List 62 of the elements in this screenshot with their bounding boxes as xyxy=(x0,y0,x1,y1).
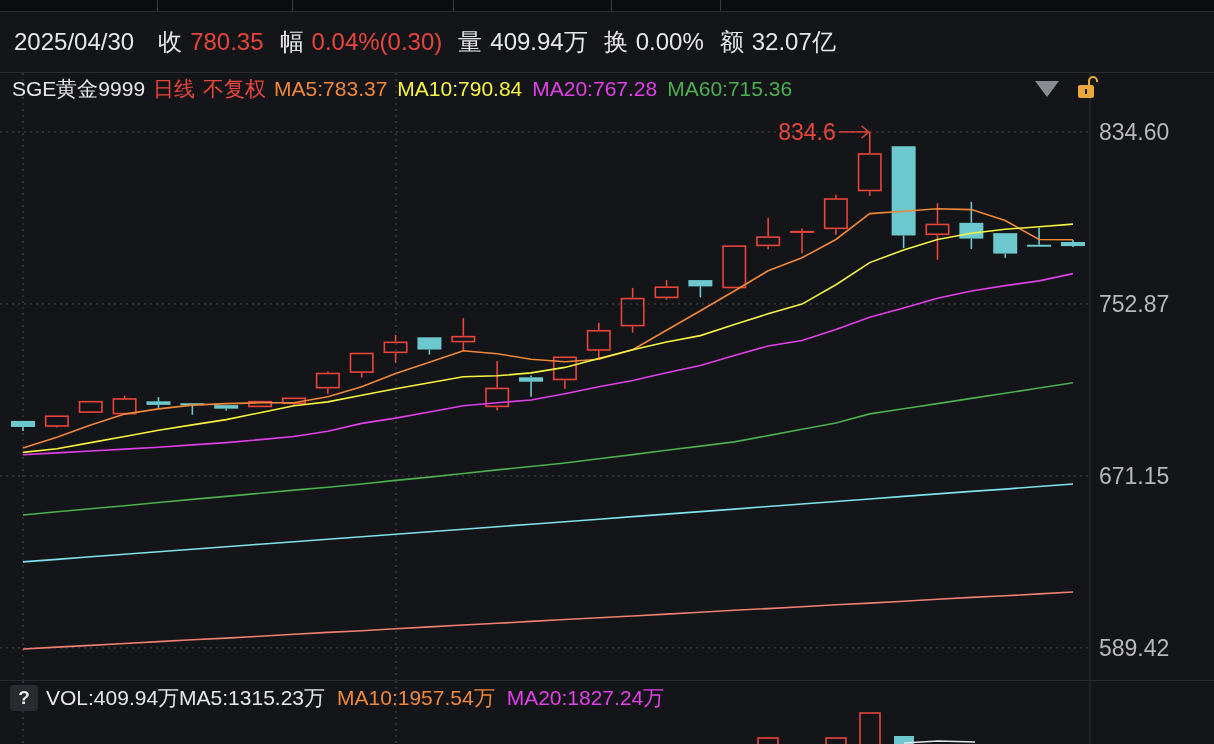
candlestick xyxy=(1027,226,1052,248)
dropdown-triangle-icon[interactable] xyxy=(1034,80,1060,98)
field-label: 幅 xyxy=(279,27,304,57)
candlestick xyxy=(688,279,713,299)
field-value: 780.35 xyxy=(190,27,264,57)
arrow xyxy=(838,125,870,139)
legend-item: MA60:715.36 xyxy=(667,76,793,103)
field-value: 409.94万 xyxy=(490,27,588,57)
candlestick xyxy=(11,420,35,432)
lock-icon[interactable] xyxy=(1076,75,1100,99)
candlestick xyxy=(349,351,374,379)
candlestick xyxy=(180,402,205,416)
field-label: 换 xyxy=(603,27,628,57)
period-tag: 不复权 xyxy=(203,73,267,105)
candlestick xyxy=(214,404,239,412)
field-label: 额 xyxy=(719,27,744,57)
symbol-name: SGE黄金9999 xyxy=(12,76,146,103)
candlestick xyxy=(146,396,171,409)
indicator-value: VOL:409.94万 xyxy=(46,685,180,712)
help-button[interactable]: ? xyxy=(10,685,38,711)
period-tag: 日线 xyxy=(153,73,196,105)
candlestick xyxy=(959,201,984,250)
field-label: 收 xyxy=(158,27,183,57)
y-axis-label: 752.87 xyxy=(1099,290,1170,317)
candlestick xyxy=(44,414,69,429)
candlestick xyxy=(620,287,645,334)
candlestick xyxy=(993,232,1018,259)
candlestick xyxy=(586,322,611,359)
candlestick xyxy=(78,400,103,414)
candlestick xyxy=(248,400,273,408)
field-label: 量 xyxy=(458,27,483,57)
y-axis-label: 671.15 xyxy=(1099,462,1170,489)
candlestick xyxy=(857,131,882,197)
y-axis-label: 834.60 xyxy=(1099,118,1170,145)
candlestick xyxy=(925,202,950,261)
max-price-label: 834.6 xyxy=(778,118,836,145)
candlestick xyxy=(383,334,408,364)
candlestick xyxy=(519,374,544,398)
candlestick xyxy=(722,244,747,290)
candlestick xyxy=(756,217,781,250)
candlestick xyxy=(1060,239,1085,248)
candlestick xyxy=(823,193,848,236)
y-axis-label: 589.42 xyxy=(1099,634,1170,661)
candlestick xyxy=(281,396,306,406)
candlestick xyxy=(451,317,476,352)
legend-item: MA10:790.84 xyxy=(397,76,523,103)
candlestick xyxy=(552,355,577,390)
candlestick xyxy=(790,227,814,254)
indicator-value: MA20:1827.24万 xyxy=(506,685,665,712)
candlestick xyxy=(654,279,679,301)
indicator-value: MA10:1957.54万 xyxy=(337,685,495,712)
legend-item: MA20:767.28 xyxy=(532,76,658,103)
candlestick xyxy=(485,360,510,412)
legend-item: MA5:783.37 xyxy=(274,76,388,103)
date-label: 2025/04/30 xyxy=(14,27,135,57)
candlestick xyxy=(112,394,137,416)
field-value: 0.04%(0.30) xyxy=(311,27,443,57)
candlestick xyxy=(315,370,340,395)
field-value: 0.00% xyxy=(635,27,704,57)
candlestick xyxy=(417,336,442,356)
indicator-value: MA5:1315.23万 xyxy=(179,685,326,712)
field-value: 32.07亿 xyxy=(751,27,836,57)
